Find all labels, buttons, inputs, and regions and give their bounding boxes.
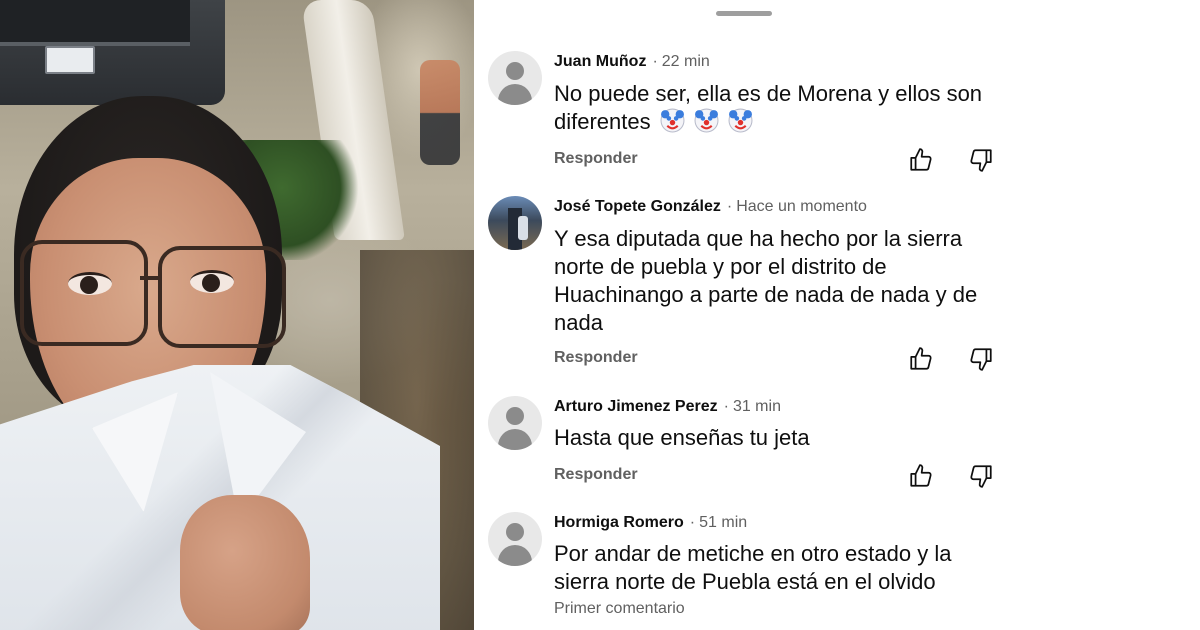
comment-text: Por andar de metiche en otro estado y la… xyxy=(554,541,952,594)
thumb-up-icon[interactable] xyxy=(908,346,934,372)
clown-face-emoji-icon xyxy=(657,108,753,134)
comment-meta: Arturo Jimenez Perez · 31 min xyxy=(554,398,781,415)
comment-author[interactable]: Juan Muñoz xyxy=(554,53,646,70)
avatar-default-icon[interactable] xyxy=(488,396,542,450)
first-comment-label: Primer comentario xyxy=(554,600,685,617)
thumb-up-icon[interactable] xyxy=(908,147,934,173)
thumb-down-icon[interactable] xyxy=(968,463,994,489)
comment-text: No puede ser, ella es de Morena y ellos … xyxy=(554,81,983,134)
reply-button[interactable]: Responder xyxy=(554,466,638,484)
comment-meta: Juan Muñoz · 22 min xyxy=(554,53,710,70)
glasses-left-lens xyxy=(20,240,148,346)
thumb-down-icon[interactable] xyxy=(968,346,994,372)
glasses-bridge xyxy=(140,276,160,280)
thumb-down-icon[interactable] xyxy=(968,147,994,173)
comment-time: Hace un momento xyxy=(736,198,867,215)
comment-time: 22 min xyxy=(661,53,710,70)
glasses-right-lens xyxy=(158,246,286,348)
comment-author[interactable]: Hormiga Romero xyxy=(554,514,684,531)
comments-panel: Juan Muñoz · 22 min No puede ser, ella es … xyxy=(474,0,1014,630)
reply-button[interactable]: Responder xyxy=(554,349,638,367)
woman-hand xyxy=(180,495,310,630)
comment-time: 51 min xyxy=(699,514,748,531)
avatar-default-icon[interactable] xyxy=(488,512,542,566)
drag-handle[interactable] xyxy=(716,11,772,16)
thumb-up-icon[interactable] xyxy=(908,463,934,489)
comment-text: Hasta que enseñas tu jeta xyxy=(554,425,810,450)
video-frame-photo xyxy=(0,0,474,630)
background-person xyxy=(420,60,460,165)
comment-meta: Hormiga Romero · 51 min xyxy=(554,514,748,531)
avatar-default-icon[interactable] xyxy=(488,51,542,105)
comment-author[interactable]: José Topete González xyxy=(554,198,721,215)
comment-time: 31 min xyxy=(732,398,781,415)
reply-button[interactable]: Responder xyxy=(554,150,638,168)
comment-author[interactable]: Arturo Jimenez Perez xyxy=(554,398,718,415)
comment-meta: José Topete González · Hace un momento xyxy=(554,198,867,215)
background-truck xyxy=(0,0,225,105)
comment-text: Y esa diputada que ha hecho por la sierr… xyxy=(554,226,978,335)
avatar-photo-icon[interactable] xyxy=(488,196,542,250)
